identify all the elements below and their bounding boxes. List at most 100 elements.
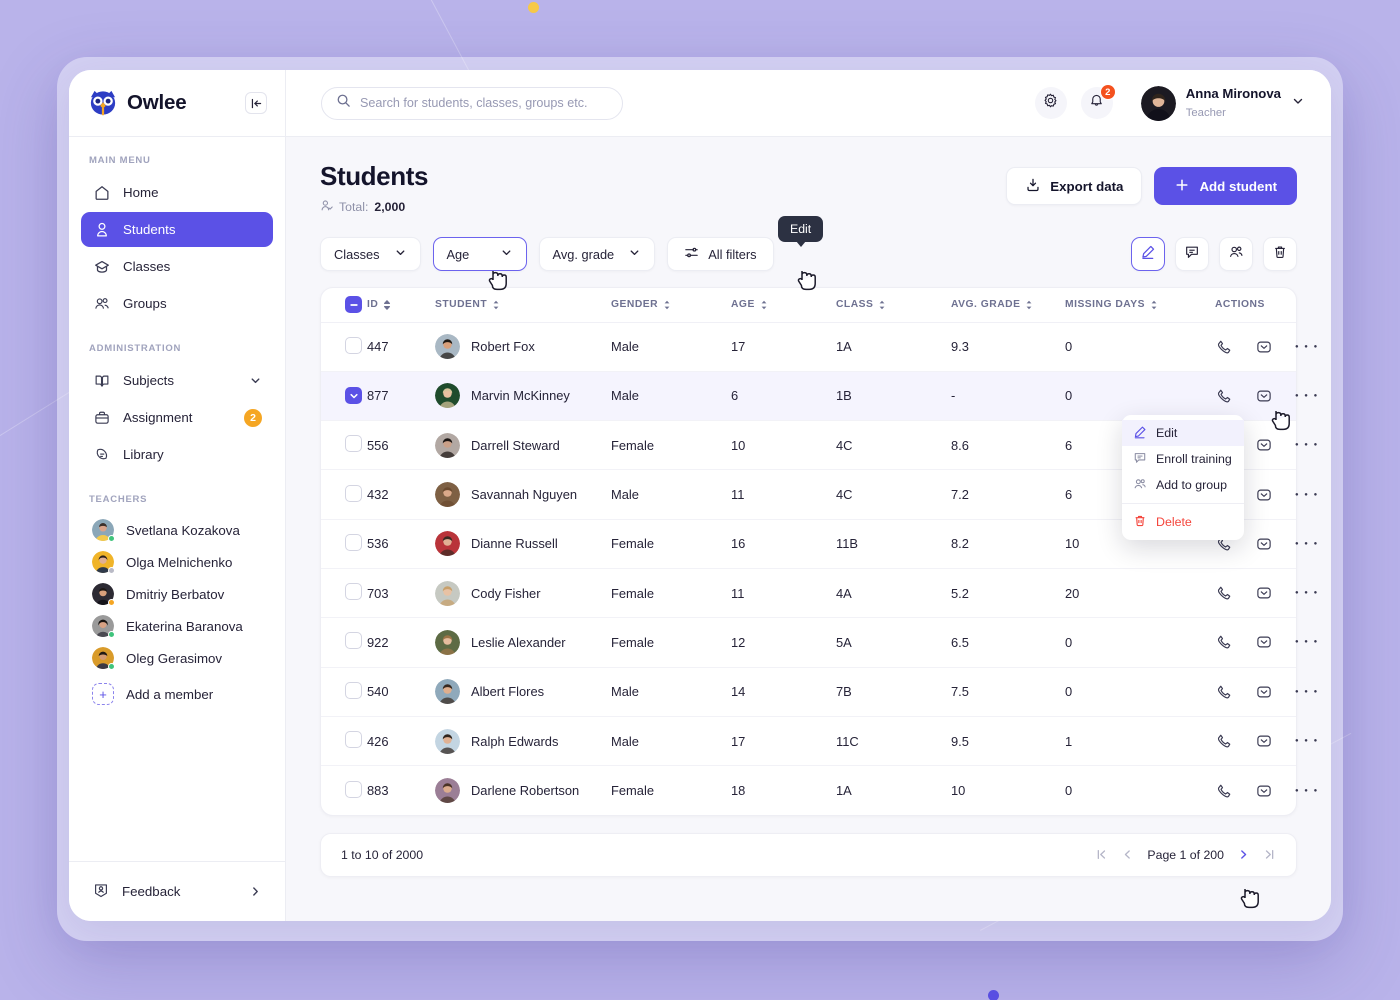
sort-student[interactable]: STUDENT (435, 299, 500, 310)
row-checkbox[interactable] (345, 780, 362, 798)
teacher-item[interactable]: Oleg Gerasimov (81, 642, 273, 674)
add-member-button[interactable]: + Add a member (81, 678, 273, 710)
feedback-button[interactable]: Feedback (81, 874, 273, 909)
delete-button[interactable] (1263, 237, 1297, 271)
filter-avg-grade-label: Avg. grade (552, 246, 615, 262)
add-student-button[interactable]: Add student (1154, 167, 1297, 205)
first-page-icon[interactable] (1095, 848, 1108, 861)
row-checkbox[interactable] (345, 533, 362, 551)
row-checkbox[interactable] (345, 336, 362, 354)
more-horizontal-icon[interactable]: ● ● ● (1295, 590, 1319, 596)
cell-age: 6 (731, 371, 836, 422)
export-data-button[interactable]: Export data (1006, 167, 1143, 205)
sidebar-item-subjects[interactable]: Subjects (81, 363, 273, 398)
envelope-icon[interactable] (1255, 584, 1273, 602)
table-row[interactable]: 883 Darlene Robertson Female 18 1A 10 0 (321, 766, 1317, 815)
search-input[interactable] (360, 96, 608, 110)
add-to-group-button[interactable] (1219, 237, 1253, 271)
sort-id[interactable]: ID (367, 299, 391, 310)
chevron-down-icon[interactable] (249, 374, 262, 387)
more-horizontal-icon[interactable]: ● ● ● (1295, 541, 1319, 547)
row-context-menu: Edit Enroll training Add to group Delete (1122, 415, 1244, 540)
sidebar-item-groups[interactable]: Groups (81, 286, 273, 321)
more-horizontal-icon[interactable]: ● ● ● (1295, 738, 1319, 744)
more-horizontal-icon[interactable]: ● ● ● (1295, 344, 1319, 350)
row-checkbox[interactable] (345, 484, 362, 502)
all-filters-label: All filters (708, 246, 757, 262)
phone-icon[interactable] (1215, 683, 1233, 701)
envelope-icon[interactable] (1255, 486, 1273, 504)
note-button[interactable] (1175, 237, 1209, 271)
envelope-icon[interactable] (1255, 683, 1273, 701)
sort-avg-grade[interactable]: AVG. GRADE (951, 299, 1033, 310)
search-box[interactable] (321, 86, 623, 120)
row-checkbox[interactable] (345, 583, 362, 601)
filter-age[interactable]: Age (432, 237, 527, 271)
table-row[interactable]: 540 Albert Flores Male 14 7B 7.5 0 ● ● ● (321, 667, 1317, 717)
table-row[interactable]: 922 Leslie Alexander Female 12 5A 6.5 0 (321, 617, 1317, 668)
sidebar-item-students[interactable]: Students (81, 212, 273, 247)
table-row[interactable]: 447 Robert Fox Male 17 1A 9.3 0 ● ● ● (321, 322, 1317, 372)
more-horizontal-icon[interactable]: ● ● ● (1295, 492, 1319, 498)
prev-page-icon[interactable] (1121, 848, 1134, 861)
menu-item-edit[interactable]: Edit (1122, 420, 1244, 446)
student-name: Robert Fox (471, 339, 535, 355)
sidebar-item-assignment[interactable]: Assignment 2 (81, 400, 273, 435)
all-filters-button[interactable]: All filters (667, 237, 774, 271)
teacher-item[interactable]: Olga Melnichenko (81, 546, 273, 578)
gear-icon (1042, 92, 1059, 114)
menu-item-enroll-training[interactable]: Enroll training (1122, 446, 1244, 472)
envelope-icon[interactable] (1255, 633, 1273, 651)
last-page-icon[interactable] (1263, 848, 1276, 861)
sort-missing-days[interactable]: MISSING DAYS (1065, 299, 1158, 310)
collapse-sidebar-icon[interactable] (245, 92, 267, 114)
more-horizontal-icon[interactable]: ● ● ● (1295, 393, 1319, 399)
user-profile[interactable]: Anna Mironova Teacher (1140, 85, 1305, 121)
row-checkbox[interactable] (345, 632, 362, 650)
phone-icon[interactable] (1215, 387, 1233, 405)
table-row[interactable]: 703 Cody Fisher Female 11 4A 5.2 20 ● ● … (321, 568, 1317, 619)
more-horizontal-icon[interactable]: ● ● ● (1295, 639, 1319, 645)
sidebar-item-library[interactable]: Library (81, 437, 273, 472)
sidebar-item-classes[interactable]: Classes (81, 249, 273, 284)
envelope-icon[interactable] (1255, 535, 1273, 553)
menu-item-add-to-group[interactable]: Add to group (1122, 472, 1244, 498)
filter-classes[interactable]: Classes (320, 237, 421, 271)
envelope-icon[interactable] (1255, 338, 1273, 356)
edit-button[interactable] (1131, 237, 1165, 271)
chevron-down-icon[interactable] (1291, 94, 1305, 113)
row-checkbox[interactable] (345, 387, 362, 405)
sort-class[interactable]: CLASS (836, 299, 886, 310)
teacher-item[interactable]: Svetlana Kozakova (81, 514, 273, 546)
envelope-icon[interactable] (1255, 387, 1273, 405)
row-checkbox[interactable] (345, 435, 362, 453)
more-horizontal-icon[interactable]: ● ● ● (1295, 442, 1319, 448)
envelope-icon[interactable] (1255, 436, 1273, 454)
select-all-checkbox[interactable] (345, 296, 362, 314)
menu-item-delete[interactable]: Delete (1122, 509, 1244, 535)
teacher-item[interactable]: Ekaterina Baranova (81, 610, 273, 642)
phone-icon[interactable] (1215, 338, 1233, 356)
notifications-button[interactable]: 2 (1080, 84, 1116, 119)
settings-button[interactable] (1034, 87, 1067, 119)
download-icon (1025, 177, 1041, 196)
cell-student: Ralph Edwards (435, 716, 611, 767)
row-checkbox[interactable] (345, 681, 362, 699)
envelope-icon[interactable] (1255, 732, 1273, 750)
sort-age[interactable]: AGE (731, 299, 768, 310)
phone-icon[interactable] (1215, 633, 1233, 651)
row-checkbox[interactable] (345, 731, 362, 749)
table-row[interactable]: 877 Marvin McKinney Male 6 1B - 0 ● ● ● (321, 371, 1317, 422)
teacher-item[interactable]: Dmitriy Berbatov (81, 578, 273, 610)
sort-gender[interactable]: GENDER (611, 299, 671, 310)
phone-icon[interactable] (1215, 782, 1233, 800)
sidebar-item-home[interactable]: Home (81, 175, 273, 210)
more-horizontal-icon[interactable]: ● ● ● (1295, 689, 1319, 695)
more-horizontal-icon[interactable]: ● ● ● (1295, 788, 1319, 794)
table-row[interactable]: 426 Ralph Edwards Male 17 11C 9.5 1 ● ● … (321, 716, 1317, 767)
phone-icon[interactable] (1215, 584, 1233, 602)
filter-avg-grade[interactable]: Avg. grade (538, 237, 656, 271)
envelope-icon[interactable] (1255, 782, 1273, 800)
phone-icon[interactable] (1215, 732, 1233, 750)
next-page-icon[interactable] (1237, 848, 1250, 861)
